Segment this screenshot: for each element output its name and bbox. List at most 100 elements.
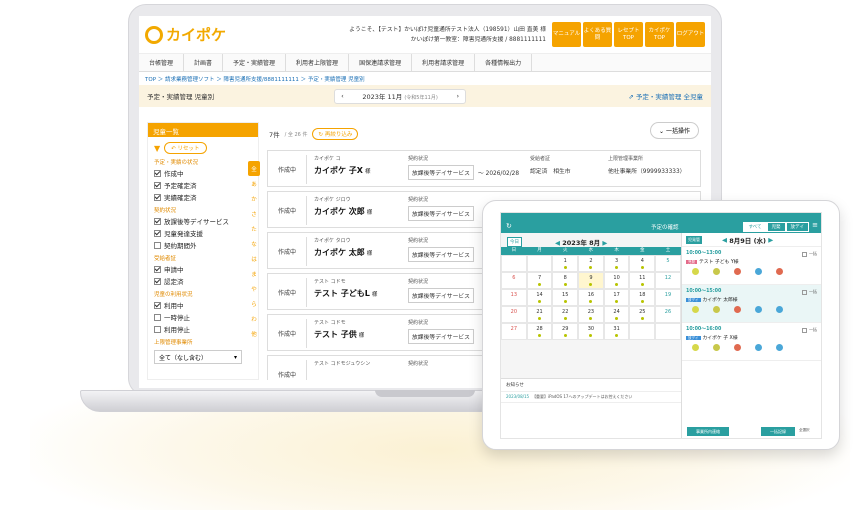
checkbox-icon[interactable] (154, 169, 161, 177)
bath-icon[interactable] (734, 268, 741, 275)
list-item[interactable]: 作成中 カイポケ コ カイポケ 子X 様 契約状況 放課後等デイサービス ～ 20… (267, 150, 701, 187)
prev-day-icon[interactable]: ◀ (722, 236, 727, 244)
calendar-day[interactable]: 10 (603, 272, 630, 289)
calendar-day[interactable]: 13 (501, 289, 527, 306)
calendar-day[interactable]: 22 (552, 306, 579, 323)
calendar-day[interactable]: 12 (655, 272, 681, 289)
bulk-record-button[interactable]: 一括記録 (761, 427, 795, 436)
calendar-day[interactable]: 31 (603, 323, 630, 340)
alarm-icon[interactable] (692, 344, 699, 351)
block-check[interactable]: 一括 (802, 327, 817, 333)
calendar-day[interactable]: 25 (629, 306, 656, 323)
nav-schedule[interactable]: 予定・実績管理 (223, 54, 287, 71)
calendar-day[interactable]: 6 (501, 272, 527, 289)
calendar-day[interactable]: 26 (655, 306, 681, 323)
schedule-block[interactable]: 10:00～15:00 放デイ カイポケ 太郎様 一括 (682, 285, 821, 323)
calendar-day[interactable]: 4 (629, 255, 656, 272)
calendar-day[interactable]: 19 (655, 289, 681, 306)
notice-item[interactable]: 2023/08/15 【重要】iPadOS 17へのアップデートはお控えください (501, 391, 681, 403)
bath-icon[interactable] (734, 306, 741, 313)
today-button[interactable]: 今日 (507, 237, 522, 247)
row-name[interactable]: カイポケ 次郎様 (314, 206, 372, 217)
next-month-icon[interactable]: › (456, 92, 459, 100)
select-all-check[interactable]: 全選択 (799, 428, 810, 433)
nav-user-billing[interactable]: 利用者請求管理 (412, 54, 476, 71)
calendar-day[interactable]: 14 (526, 289, 553, 306)
checkbox-icon[interactable] (154, 229, 161, 237)
faq-button[interactable]: よくある質問 (583, 22, 612, 47)
row-name[interactable]: テスト 子どもL 様 (314, 288, 377, 299)
refresh-icon[interactable]: ↻ (506, 222, 512, 230)
calendar-day[interactable] (629, 323, 656, 340)
calendar-day[interactable] (526, 255, 553, 272)
record-icon[interactable] (755, 344, 762, 351)
logout-button[interactable]: ログアウト (676, 22, 705, 47)
narrow-button[interactable]: ↻ 再絞り込み (312, 128, 359, 140)
calendar-day[interactable]: 16 (578, 289, 604, 306)
next-day-icon[interactable]: ▶ (768, 236, 773, 244)
calendar-day[interactable]: 5 (655, 255, 681, 272)
kana-tab[interactable]: 他 (248, 326, 260, 341)
receipt-top-button[interactable]: レセプトTOP (614, 22, 643, 47)
checkbox-paused[interactable]: 一時停止 (154, 312, 258, 322)
checkbox-icon[interactable] (154, 325, 161, 333)
all-children-link[interactable]: ⇗ 予定・実績管理 全児童 (628, 91, 703, 101)
schedule-block[interactable]: 10:00～16:00 放デイ カイポケ 子 X様 一括 (682, 323, 821, 361)
office-contact-button[interactable]: 事業所内連絡 (687, 427, 729, 436)
kana-tab[interactable]: た (248, 221, 260, 236)
checkbox-result-fixed[interactable]: 実績確定済 (154, 192, 258, 202)
nav-plan[interactable]: 計画書 (184, 54, 224, 71)
breadcrumb[interactable]: TOP ＞ 請求業務管理ソフト ＞ 障害児通所支援/8881111111 ＞ 予… (139, 72, 711, 85)
kana-tab[interactable]: は (248, 251, 260, 266)
record-icon[interactable] (755, 268, 762, 275)
menu-icon[interactable]: ≡ (812, 221, 818, 229)
calendar-day[interactable]: 27 (501, 323, 527, 340)
calendar-day[interactable]: 29 (552, 323, 579, 340)
schedule-block[interactable]: 10:00～13:00 児発 テスト 子ども Y様 一括 (682, 247, 821, 285)
row-name[interactable]: カイポケ 太郎様 (314, 247, 372, 258)
bath-icon[interactable] (734, 344, 741, 351)
kana-tab[interactable]: ま (248, 266, 260, 281)
kana-tab[interactable]: や (248, 281, 260, 296)
filter-jihatsu[interactable]: 児発 (766, 222, 786, 232)
alarm-icon[interactable] (692, 306, 699, 313)
checkbox-plan-fixed[interactable]: 予定確定済 (154, 180, 258, 190)
calendar-day[interactable]: 24 (603, 306, 630, 323)
exit-icon[interactable] (776, 268, 783, 275)
calendar-day[interactable]: 2 (578, 255, 604, 272)
checkbox-icon[interactable] (154, 217, 161, 225)
nav-kokuho[interactable]: 国保連請求管理 (349, 54, 413, 71)
kana-tab[interactable]: か (248, 191, 260, 206)
nav-export[interactable]: 各種情報出力 (475, 54, 533, 71)
meal-icon[interactable] (713, 306, 720, 313)
alarm-icon[interactable] (692, 268, 699, 275)
row-name[interactable]: テスト 子供様 (314, 329, 364, 340)
calendar-day[interactable]: 11 (629, 272, 656, 289)
checkbox-icon[interactable] (154, 193, 161, 201)
kana-tab[interactable]: 全 (248, 161, 260, 176)
checkbox-icon[interactable] (154, 265, 161, 273)
bulk-action-button[interactable]: ⌄ 一括操作 (650, 122, 699, 139)
calendar-day[interactable]: 28 (526, 323, 553, 340)
checkbox-out-of-contract[interactable]: 契約期間外 (154, 240, 258, 250)
block-check[interactable]: 一括 (802, 289, 817, 295)
filter-all[interactable]: すべて (743, 222, 767, 232)
meal-icon[interactable] (713, 344, 720, 351)
limit-office-select[interactable]: 全て（なし含む） ▾ (154, 350, 242, 364)
meal-icon[interactable] (713, 268, 720, 275)
kana-tab[interactable]: あ (248, 176, 260, 191)
block-check[interactable]: 一括 (802, 251, 817, 257)
exit-icon[interactable] (776, 306, 783, 313)
row-name[interactable]: カイポケ 子X 様 (314, 165, 370, 176)
kaipoke-logo[interactable]: カイポケ (145, 24, 226, 45)
record-icon[interactable] (755, 306, 762, 313)
kaipoke-top-button[interactable]: カイポケTOP (645, 22, 674, 47)
calendar-day[interactable]: 20 (501, 306, 527, 323)
next-month-icon[interactable]: ▶ (602, 239, 607, 247)
calendar-day[interactable]: 21 (526, 306, 553, 323)
calendar-day[interactable]: 1 (552, 255, 579, 272)
calendar-day[interactable] (501, 255, 527, 272)
calendar-day[interactable]: 23 (578, 306, 604, 323)
calendar-day[interactable]: 7 (526, 272, 553, 289)
checkbox-icon[interactable] (154, 241, 161, 249)
